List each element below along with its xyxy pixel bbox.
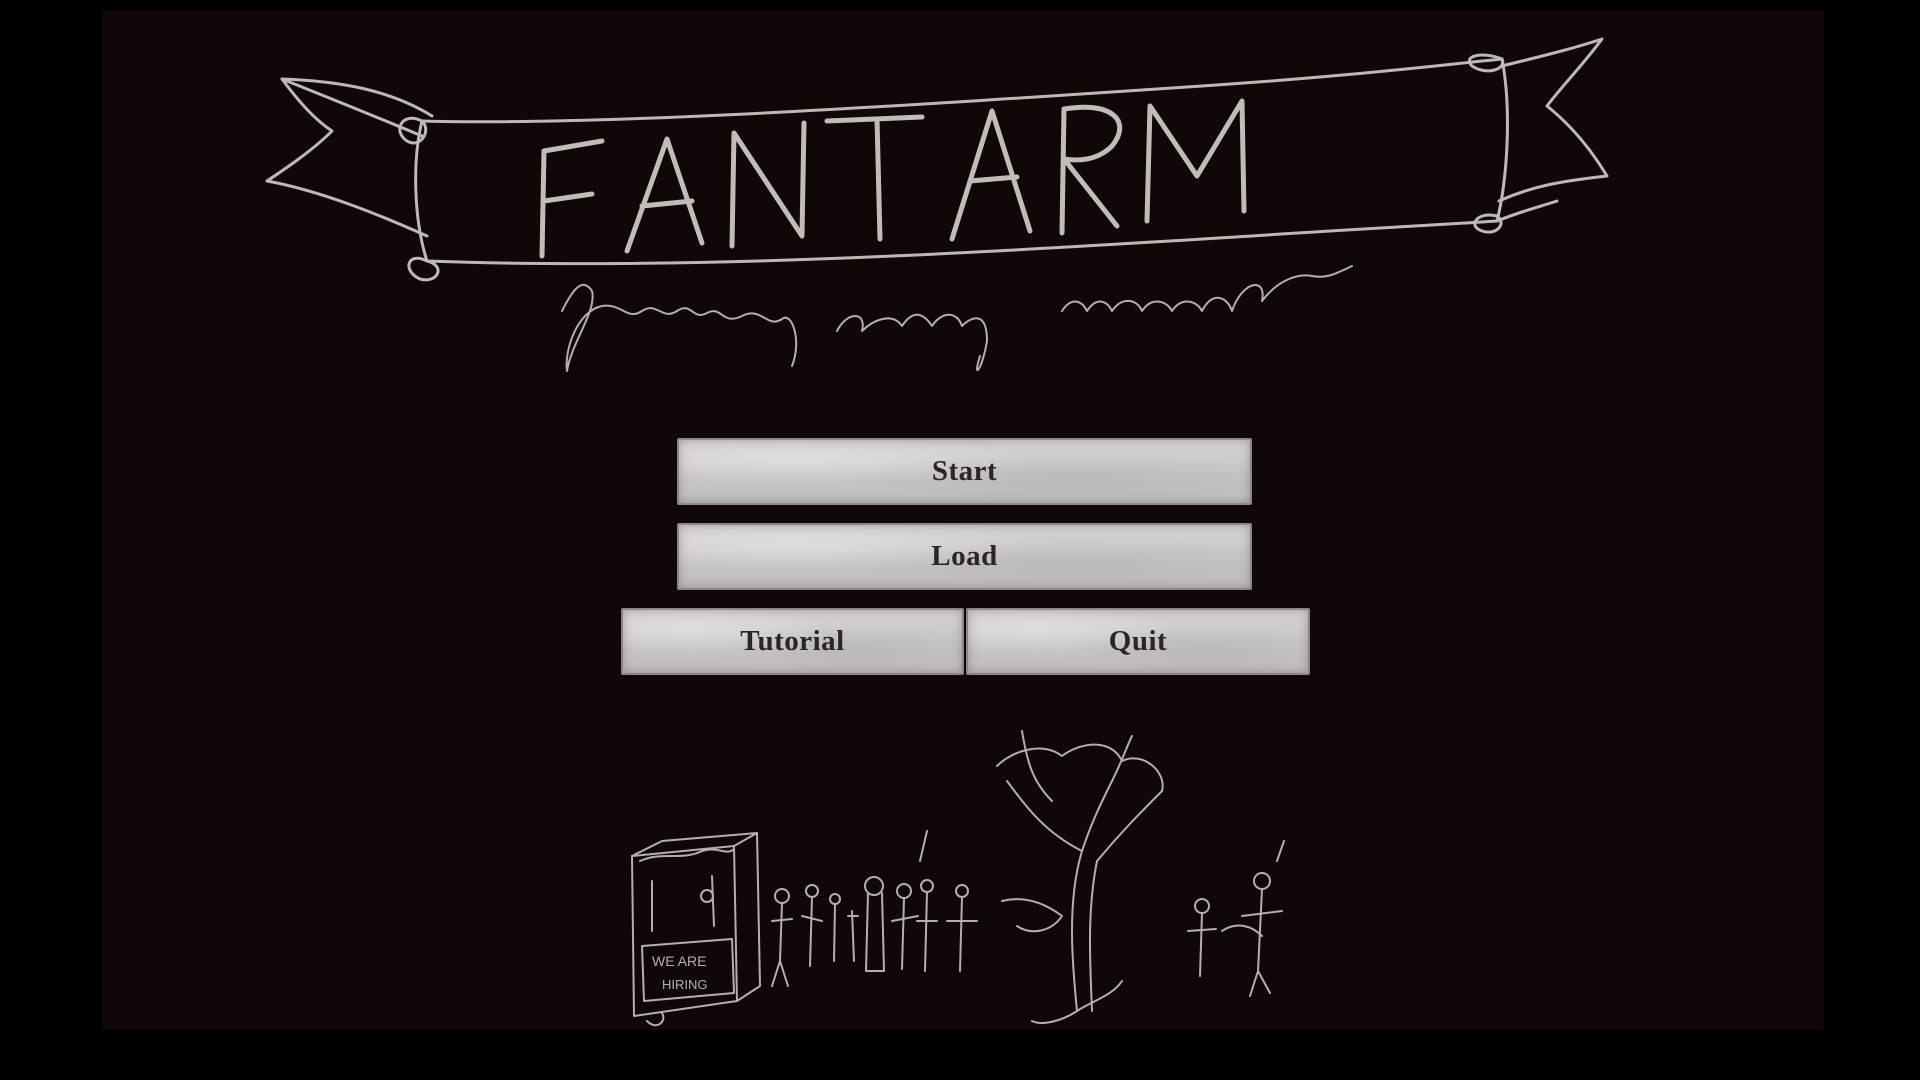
- game-main-menu: Start Load Tutorial Quit WE ARE HIRING: [102, 11, 1824, 1030]
- stall-sign-line2: HIRING: [662, 977, 708, 992]
- quit-button[interactable]: Quit: [966, 608, 1310, 675]
- tutorial-button[interactable]: Tutorial: [621, 608, 964, 675]
- stall-sign-line1: WE ARE: [652, 953, 706, 969]
- recruitment-stall-icon: WE ARE HIRING: [631, 832, 761, 1027]
- tree-icon: [996, 730, 1164, 1024]
- start-button[interactable]: Start: [677, 438, 1252, 505]
- banner-logo: [265, 37, 1609, 372]
- right-figures-icon: [1187, 840, 1285, 997]
- soldier-figures-icon: [771, 830, 978, 987]
- chalk-scene-illustration: WE ARE HIRING: [631, 730, 1285, 1027]
- load-button[interactable]: Load: [677, 523, 1252, 590]
